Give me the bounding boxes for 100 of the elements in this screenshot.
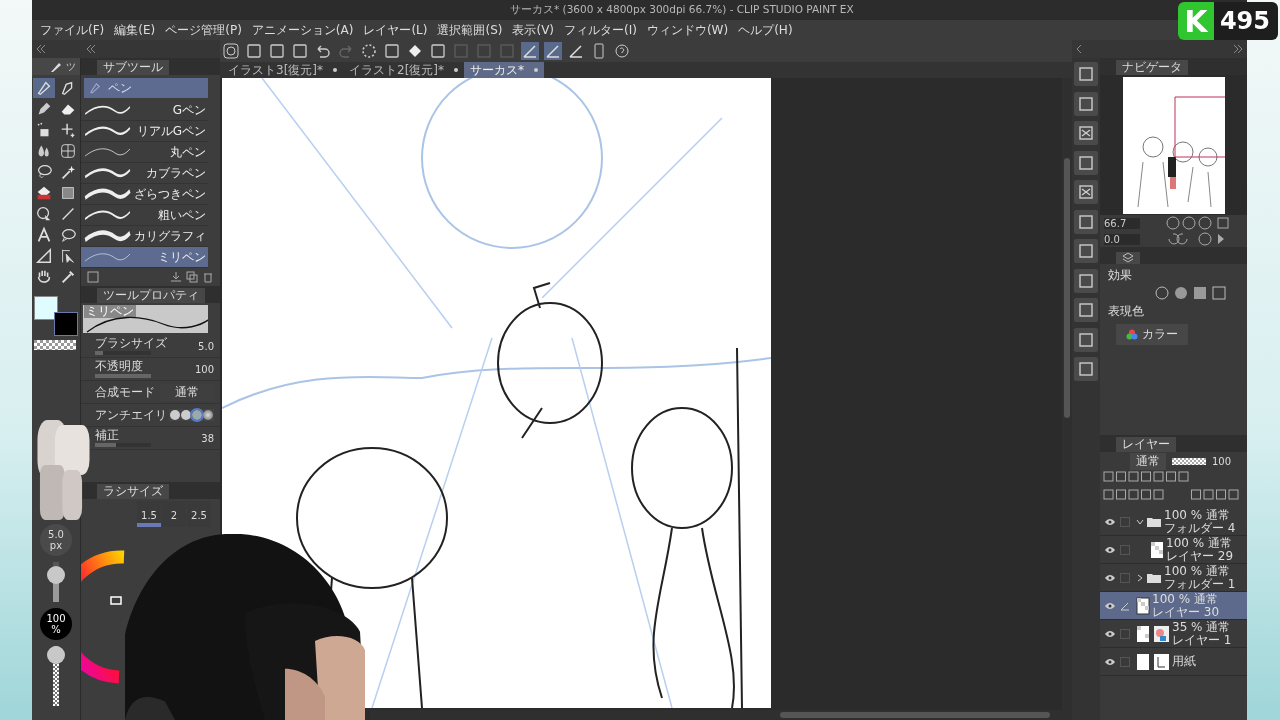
brush-item[interactable]: Gペン [81, 100, 208, 121]
cross-box-icon[interactable] [1074, 121, 1098, 145]
layer-row[interactable]: 100 % 通常 レイヤー 29 [1100, 536, 1247, 564]
caret-icon[interactable] [1136, 573, 1144, 582]
eye-icon[interactable] [1104, 601, 1116, 610]
layer-row[interactable]: 用紙 [1100, 648, 1247, 676]
eye-icon[interactable] [1104, 545, 1116, 554]
antialias-selector[interactable] [169, 409, 214, 421]
eye-icon[interactable] [1104, 517, 1116, 526]
lasso-icon [35, 163, 53, 181]
chevron-icon[interactable] [1076, 45, 1082, 53]
menu-item[interactable]: ページ管理(P) [165, 21, 242, 39]
eye-icon[interactable] [1104, 629, 1116, 638]
brush-stroke-icon [83, 187, 131, 201]
property-value[interactable]: 38 [201, 432, 214, 444]
eye-icon[interactable] [1104, 573, 1116, 582]
vertical-scrollbar[interactable] [1062, 78, 1072, 710]
eye-icon[interactable] [1104, 657, 1116, 666]
stroke-icon[interactable] [544, 42, 562, 60]
brush-item[interactable]: ざらつきペン [81, 184, 208, 205]
help-icon[interactable] [613, 42, 631, 60]
layer-thumbnail [1136, 596, 1150, 615]
cross-box-icon[interactable] [1074, 180, 1098, 204]
trash-icon[interactable] [202, 271, 214, 283]
property-label: 不透明度 [95, 360, 144, 373]
stroke-icon[interactable] [521, 42, 539, 60]
layer-row[interactable]: 100 % 通常 フォルダー 4 [1100, 508, 1247, 536]
brush-stroke-icon [83, 166, 131, 180]
opacity-slider[interactable] [1172, 457, 1206, 465]
download-icon[interactable] [170, 271, 182, 283]
home-icon[interactable] [222, 42, 240, 60]
ruler-icon [35, 247, 53, 265]
horizontal-scrollbar[interactable] [370, 710, 1072, 720]
layer-name: フォルダー 1 [1164, 577, 1236, 591]
brush-item[interactable]: リアルGペン [81, 121, 208, 142]
channel-logo: K [1177, 2, 1214, 40]
sub-color-swatch[interactable] [54, 312, 78, 336]
zoom-field[interactable]: 66.7 [1104, 217, 1140, 229]
document-tab[interactable]: イラスト3[復元]* [222, 62, 343, 78]
copy-icon[interactable] [186, 271, 198, 283]
size-slider[interactable] [47, 562, 65, 602]
navigator-tab[interactable]: ナビゲータ [1116, 60, 1188, 75]
layer-name: レイヤー 29 [1166, 549, 1234, 563]
menu-item[interactable]: アニメーション(A) [251, 21, 354, 39]
document-tab[interactable]: サーカス* [464, 62, 544, 78]
hand-icon [35, 268, 53, 286]
layer-tab[interactable]: レイヤー [1116, 437, 1176, 452]
angle-field[interactable]: 0.0 [1104, 233, 1140, 245]
menu-item[interactable]: 表示(V) [512, 21, 555, 39]
sub-tool-group[interactable]: ペン [84, 78, 208, 98]
property-label: アンチエイリ [95, 408, 167, 422]
menu-item[interactable]: ファイル(F) [40, 21, 105, 39]
expand-icon[interactable] [1233, 45, 1243, 53]
loading-icon[interactable] [360, 42, 378, 60]
menu-item[interactable]: 編集(E) [114, 21, 156, 39]
collapse-icon[interactable] [86, 45, 96, 53]
color-mode-dropdown[interactable]: カラー [1116, 324, 1188, 345]
folder-icon [1146, 571, 1162, 584]
tool-property-tab[interactable]: ツールプロパティ [97, 288, 205, 303]
menu-item[interactable]: ウィンドウ(W) [646, 21, 729, 39]
caret-icon[interactable] [1136, 517, 1144, 526]
select-arrow-icon [59, 247, 77, 265]
property-slider[interactable] [95, 443, 151, 447]
brush-stroke-icon [83, 229, 131, 243]
checkbox-icon[interactable] [87, 271, 99, 283]
pen-line-icon[interactable] [567, 42, 585, 60]
menu-item[interactable]: レイヤー(L) [363, 21, 428, 39]
property-value[interactable]: 5.0 [198, 340, 214, 352]
property-label: 合成モード [95, 385, 155, 399]
brush-item[interactable]: ミリペン [81, 247, 208, 268]
layer-row[interactable]: 100 % 通常 レイヤー 30 [1100, 592, 1247, 620]
opacity-slider[interactable] [47, 646, 65, 706]
layer-property-tab[interactable] [1116, 252, 1140, 264]
layer-info: 100 % 通常 [1164, 508, 1231, 522]
sub-tool-tab[interactable]: サブツール [97, 60, 169, 75]
brush-preview: ミリペン [83, 305, 208, 333]
property-slider[interactable] [95, 374, 151, 378]
brush-item[interactable]: 丸ペン [81, 142, 208, 163]
menu-item[interactable]: ヘルプ(H) [738, 21, 793, 39]
opacity-value[interactable]: 100 [1212, 455, 1232, 467]
document-tab[interactable]: イラスト2[復元]* [343, 62, 464, 78]
square-icon[interactable] [383, 42, 401, 60]
transparent-swatch[interactable] [34, 340, 76, 350]
brush-item[interactable]: カブラペン [81, 163, 208, 184]
tool-tab[interactable]: ツ [32, 58, 80, 75]
menu-item[interactable]: 選択範囲(S) [437, 21, 503, 39]
brush-size-tab[interactable]: ラシサイズ [97, 484, 169, 499]
layer-info: 100 % 通常 [1164, 564, 1231, 578]
property-value[interactable]: 100 [194, 363, 214, 375]
color-circles-icon [1126, 329, 1138, 340]
collapse-icon[interactable] [36, 45, 46, 53]
blend-dropdown[interactable]: 通常 [1130, 452, 1166, 470]
pen-icon [1120, 600, 1130, 611]
layer-row[interactable]: 35 % 通常 レイヤー 1 [1100, 620, 1247, 648]
folder-icon [1146, 515, 1162, 528]
menu-item[interactable]: フィルター(I) [564, 21, 637, 39]
main-color-swatch[interactable] [34, 296, 58, 320]
layer-name: 用紙 [1172, 655, 1196, 668]
brush-item[interactable]: 粗いペン [81, 205, 208, 226]
layer-thumbnail [1136, 652, 1170, 671]
